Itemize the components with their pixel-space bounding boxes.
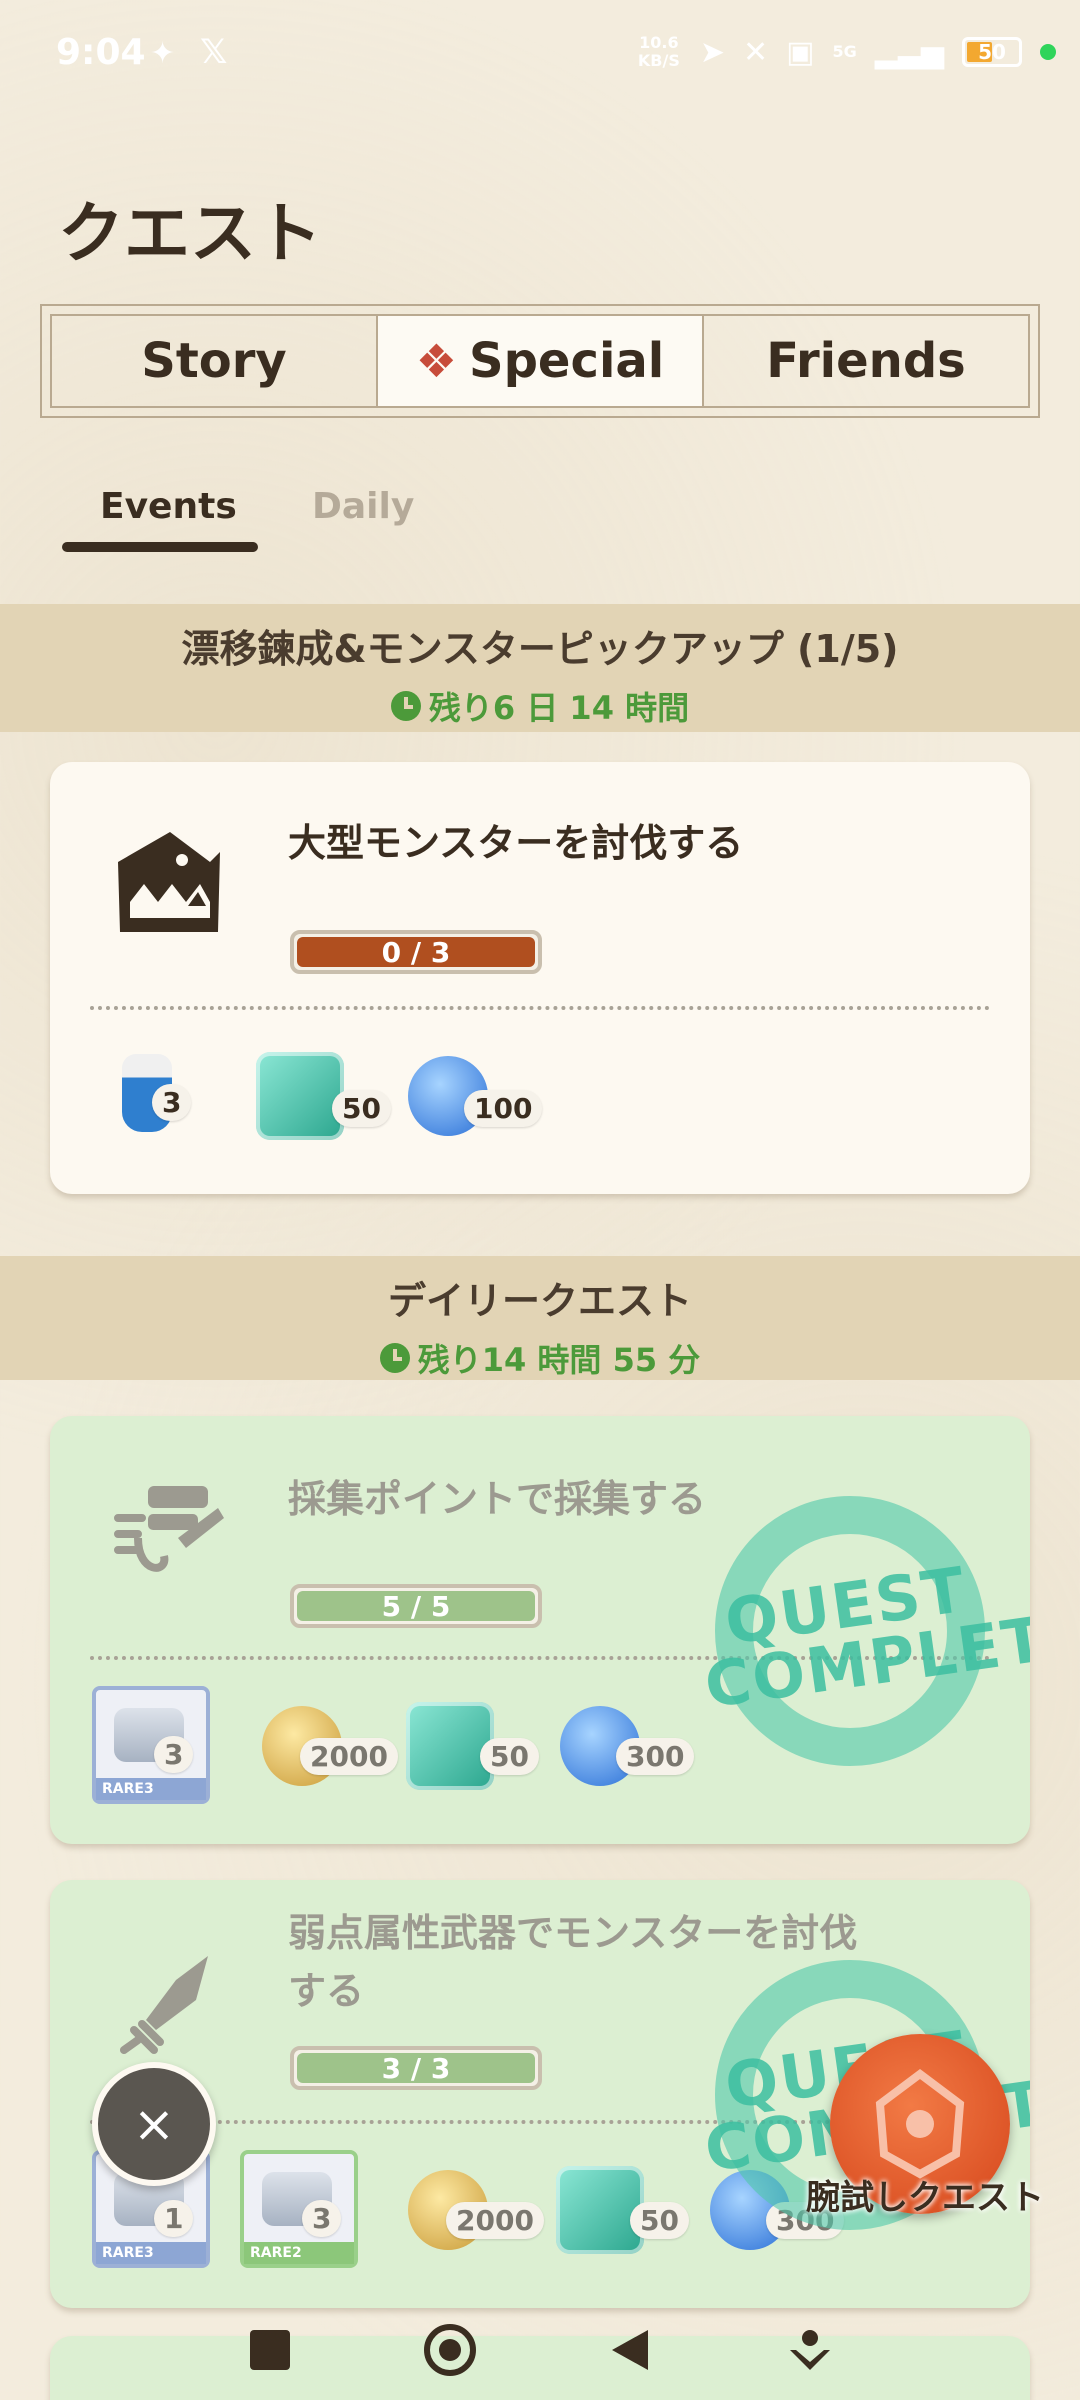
network-type: 5G [832, 42, 857, 61]
tab-story-label: Story [141, 333, 287, 389]
daily-section-header: デイリークエスト 残り14 時間 55 分 [0, 1256, 1080, 1380]
event-time-left: 残り6 日 14 時間 [0, 683, 1080, 729]
circle-icon [424, 2324, 476, 2376]
notification-icon: ✦ [150, 36, 176, 71]
tab-special-label: Special [469, 333, 665, 389]
tab-story[interactable]: Story [52, 316, 376, 406]
reward-item[interactable]: 50 [256, 1052, 391, 1140]
recent-apps-button[interactable] [240, 2320, 300, 2380]
subtab-active-indicator [62, 542, 258, 552]
challenge-quest-label: 腕試しクエスト [806, 2178, 1044, 2218]
menu-down-button[interactable] [780, 2320, 840, 2380]
reward-count: 50 [480, 1738, 539, 1775]
tab-friends-label: Friends [766, 333, 966, 389]
event-section-header: 漂移鍊成&モンスターピックアップ (1/5) 残り6 日 14 時間 [0, 604, 1080, 732]
event-quest-card[interactable]: 大型モンスターを討伐する 0 / 3 3 50 100 [50, 762, 1030, 1194]
daily-quest-card[interactable]: 採集ポイントで採集する 5 / 5 RARE3 3 2000 50 300 QU… [50, 1416, 1030, 1844]
status-time: 9:04 [56, 32, 146, 73]
event-time-left-text: 残り6 日 14 時間 [428, 689, 690, 727]
teal-gem-icon [556, 2166, 644, 2254]
status-icons: 10.6 KB/S ➤ ✕ ▣ 5G ▂▃▅ 50 [636, 30, 1080, 74]
back-triangle-icon [612, 2330, 648, 2370]
system-nav-bar [0, 2300, 1080, 2400]
reward-count: 50 [332, 1090, 391, 1127]
main-tabs: Story ❖ Special Friends [40, 304, 1040, 418]
reward-item[interactable]: 50 [556, 2166, 689, 2254]
battery-level: 50 [978, 40, 1006, 64]
rarity-label: RARE3 [96, 1778, 206, 1800]
reward-item[interactable]: 50 [406, 1702, 539, 1790]
nfc-icon: ▣ [786, 34, 815, 70]
daily-time-left: 残り14 時間 55 分 [0, 1335, 1080, 1381]
daily-section-title: デイリークエスト [387, 1279, 692, 1323]
reward-item[interactable]: 2000 [262, 1706, 398, 1786]
daily-quest-progress-bar: 3 / 3 [290, 2046, 542, 2090]
reward-count: 1 [154, 2200, 194, 2237]
reward-item[interactable]: 300 [560, 1706, 695, 1786]
reward-item[interactable]: 100 [408, 1056, 543, 1136]
status-bar: 9:04 ✦ 𝕏 10.6 KB/S ➤ ✕ ▣ 5G ▂▃▅ 50 [0, 0, 1080, 110]
location-icon: ➤ [699, 34, 726, 70]
subtab-events[interactable]: Events [100, 486, 237, 527]
mute-icon: ✕ [743, 34, 769, 70]
monster-icon [110, 822, 230, 942]
reward-count: 3 [302, 2200, 342, 2237]
daily-quest-progress-text: 3 / 3 [297, 2052, 535, 2085]
home-button[interactable] [420, 2320, 480, 2380]
rarity-label: RARE3 [96, 2242, 206, 2264]
tab-friends[interactable]: Friends [704, 316, 1028, 406]
battery-icon: 50 [962, 37, 1022, 67]
teal-gem-icon [406, 1702, 494, 1790]
net-speed: 10.6 KB/S [637, 33, 680, 70]
card-divider [90, 1006, 990, 1010]
reward-count: 300 [616, 1738, 695, 1775]
reward-count: 100 [464, 1090, 543, 1127]
signal-icon: ▂▃▅ [874, 34, 944, 70]
special-icon: ❖ [415, 334, 457, 388]
rarity-label: RARE2 [244, 2242, 354, 2264]
back-button[interactable] [600, 2320, 660, 2380]
page-title: クエスト [58, 195, 322, 272]
quest-completed-stamp: QUEST COMPLETED [690, 1486, 1030, 1786]
chevron-down-icon [790, 2330, 830, 2370]
gathering-icon [108, 1478, 228, 1588]
reward-count: 50 [630, 2202, 689, 2239]
subtab-daily[interactable]: Daily [312, 486, 414, 527]
reward-item[interactable]: 2000 [408, 2170, 544, 2250]
tab-special[interactable]: ❖ Special [376, 316, 704, 406]
sword-icon [120, 1950, 220, 2060]
event-section-title: 漂移鍊成&モンスターピックアップ (1/5) [181, 627, 899, 671]
material-icon: RARE2 [240, 2150, 358, 2268]
daily-quest-title: 採集ポイントで採集する [288, 1477, 707, 1521]
reward-count: 2000 [300, 1738, 398, 1775]
reward-item[interactable]: RARE3 3 [92, 1686, 210, 1804]
event-quest-title: 大型モンスターを討伐する [288, 821, 744, 865]
close-icon: × [133, 2095, 175, 2153]
clock-icon [379, 1343, 410, 1373]
close-button[interactable]: × [92, 2062, 216, 2186]
daily-quest-progress-bar: 5 / 5 [290, 1584, 542, 1628]
event-quest-progress-text: 0 / 3 [297, 936, 535, 969]
daily-quest-progress-text: 5 / 5 [297, 1590, 535, 1623]
material-icon: RARE3 [92, 1686, 210, 1804]
reward-count: 3 [154, 1736, 194, 1773]
daily-time-left-text: 残り14 時間 55 分 [417, 1341, 701, 1379]
x-app-icon: 𝕏 [200, 32, 228, 72]
teal-gem-icon [256, 1052, 344, 1140]
event-quest-progress-bar: 0 / 3 [290, 930, 542, 974]
reward-count: 3 [152, 1084, 192, 1121]
privacy-indicator-icon [1040, 44, 1056, 60]
reward-item[interactable]: 3 [122, 1054, 192, 1132]
reward-item[interactable]: RARE2 3 [240, 2150, 358, 2268]
clock-icon [390, 691, 421, 721]
reward-count: 2000 [446, 2202, 544, 2239]
square-icon [250, 2330, 290, 2370]
